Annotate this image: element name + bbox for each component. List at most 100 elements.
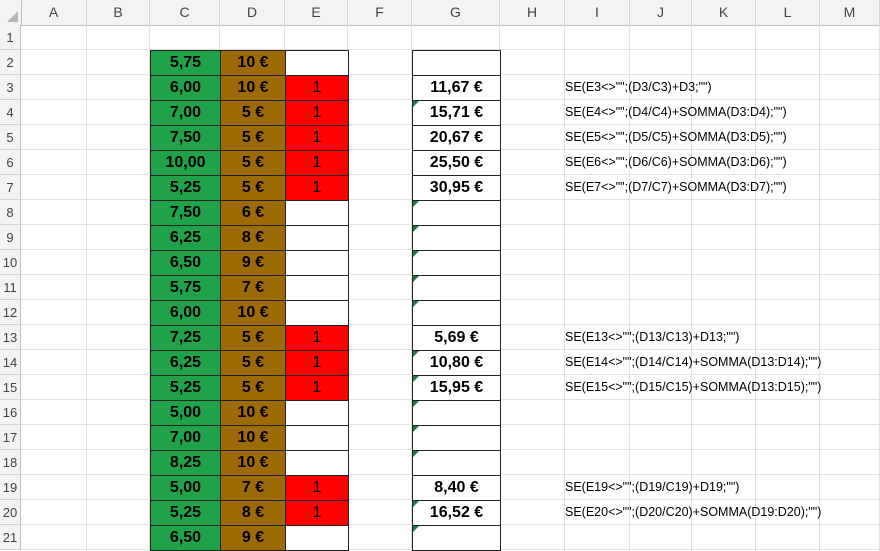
column-header-e[interactable]: E bbox=[285, 0, 348, 25]
cell-G11[interactable] bbox=[412, 275, 501, 301]
row-header-17[interactable]: 17 bbox=[0, 425, 21, 450]
row-header-9[interactable]: 9 bbox=[0, 225, 21, 250]
cell-C4[interactable]: 7,00 bbox=[150, 100, 221, 126]
row-header-19[interactable]: 19 bbox=[0, 475, 21, 500]
formula-text-I5[interactable]: SE(E5<>"";(D5/C5)+SOMMA(D3:D5);"") bbox=[565, 125, 787, 150]
cell-E7[interactable]: 1 bbox=[285, 175, 349, 201]
row-header-18[interactable]: 18 bbox=[0, 450, 21, 475]
cell-C14[interactable]: 6,25 bbox=[150, 350, 221, 376]
cell-C5[interactable]: 7,50 bbox=[150, 125, 221, 151]
cell-E8[interactable] bbox=[285, 200, 349, 226]
cell-E15[interactable]: 1 bbox=[285, 375, 349, 401]
cell-C17[interactable]: 7,00 bbox=[150, 425, 221, 451]
row-header-10[interactable]: 10 bbox=[0, 250, 21, 275]
column-header-a[interactable]: A bbox=[21, 0, 87, 25]
select-all-corner[interactable] bbox=[0, 0, 22, 25]
cell-E11[interactable] bbox=[285, 275, 349, 301]
cell-D13[interactable]: 5 € bbox=[220, 325, 286, 351]
column-header-h[interactable]: H bbox=[500, 0, 565, 25]
column-header-f[interactable]: F bbox=[348, 0, 412, 25]
cell-E18[interactable] bbox=[285, 450, 349, 476]
cell-G20[interactable]: 16,52 € bbox=[412, 500, 501, 526]
column-header-b[interactable]: B bbox=[87, 0, 150, 25]
cell-E21[interactable] bbox=[285, 525, 349, 551]
cell-D6[interactable]: 5 € bbox=[220, 150, 286, 176]
formula-text-I3[interactable]: SE(E3<>"";(D3/C3)+D3;"") bbox=[565, 75, 712, 100]
row-header-16[interactable]: 16 bbox=[0, 400, 21, 425]
column-header-i[interactable]: I bbox=[565, 0, 630, 25]
cell-E6[interactable]: 1 bbox=[285, 150, 349, 176]
cell-C16[interactable]: 5,00 bbox=[150, 400, 221, 426]
cell-C11[interactable]: 5,75 bbox=[150, 275, 221, 301]
cell-D2[interactable]: 10 € bbox=[220, 50, 286, 76]
cell-E17[interactable] bbox=[285, 425, 349, 451]
row-header-13[interactable]: 13 bbox=[0, 325, 21, 350]
cell-D18[interactable]: 10 € bbox=[220, 450, 286, 476]
cell-D7[interactable]: 5 € bbox=[220, 175, 286, 201]
column-header-d[interactable]: D bbox=[220, 0, 285, 25]
cell-G7[interactable]: 30,95 € bbox=[412, 175, 501, 201]
cell-C10[interactable]: 6,50 bbox=[150, 250, 221, 276]
cell-G17[interactable] bbox=[412, 425, 501, 451]
formula-text-I20[interactable]: SE(E20<>"";(D20/C20)+SOMMA(D19:D20);"") bbox=[565, 500, 821, 525]
formula-text-I19[interactable]: SE(E19<>"";(D19/C19)+D19;"") bbox=[565, 475, 739, 500]
cell-E4[interactable]: 1 bbox=[285, 100, 349, 126]
formula-text-I13[interactable]: SE(E13<>"";(D13/C13)+D13;"") bbox=[565, 325, 739, 350]
cell-C20[interactable]: 5,25 bbox=[150, 500, 221, 526]
cell-G21[interactable] bbox=[412, 525, 501, 551]
cell-E13[interactable]: 1 bbox=[285, 325, 349, 351]
cell-D14[interactable]: 5 € bbox=[220, 350, 286, 376]
cell-E14[interactable]: 1 bbox=[285, 350, 349, 376]
cell-D19[interactable]: 7 € bbox=[220, 475, 286, 501]
cell-D9[interactable]: 8 € bbox=[220, 225, 286, 251]
cell-G9[interactable] bbox=[412, 225, 501, 251]
cell-E2[interactable] bbox=[285, 50, 349, 76]
row-header-20[interactable]: 20 bbox=[0, 500, 21, 525]
cell-C12[interactable]: 6,00 bbox=[150, 300, 221, 326]
cell-G13[interactable]: 5,69 € bbox=[412, 325, 501, 351]
cell-G8[interactable] bbox=[412, 200, 501, 226]
row-header-15[interactable]: 15 bbox=[0, 375, 21, 400]
spreadsheet[interactable]: A B C D E F G H I J K L M 1 2 3 4 5 6 7 8 9 10 11 12 13 14 15 16 17 18… bbox=[0, 0, 880, 551]
cell-D11[interactable]: 7 € bbox=[220, 275, 286, 301]
row-header-11[interactable]: 11 bbox=[0, 275, 21, 300]
column-header-j[interactable]: J bbox=[630, 0, 692, 25]
formula-text-I14[interactable]: SE(E14<>"";(D14/C14)+SOMMA(D13:D14);"") bbox=[565, 350, 821, 375]
cell-D21[interactable]: 9 € bbox=[220, 525, 286, 551]
cell-G10[interactable] bbox=[412, 250, 501, 276]
row-header-21[interactable]: 21 bbox=[0, 525, 21, 550]
cell-D3[interactable]: 10 € bbox=[220, 75, 286, 101]
column-header-g[interactable]: G bbox=[412, 0, 500, 25]
cell-G6[interactable]: 25,50 € bbox=[412, 150, 501, 176]
cell-C2[interactable]: 5,75 bbox=[150, 50, 221, 76]
cell-E5[interactable]: 1 bbox=[285, 125, 349, 151]
row-header-5[interactable]: 5 bbox=[0, 125, 21, 150]
cell-C3[interactable]: 6,00 bbox=[150, 75, 221, 101]
cell-G4[interactable]: 15,71 € bbox=[412, 100, 501, 126]
cell-G2[interactable] bbox=[412, 50, 501, 76]
cell-C7[interactable]: 5,25 bbox=[150, 175, 221, 201]
cell-C18[interactable]: 8,25 bbox=[150, 450, 221, 476]
cell-D12[interactable]: 10 € bbox=[220, 300, 286, 326]
cell-E9[interactable] bbox=[285, 225, 349, 251]
cell-C15[interactable]: 5,25 bbox=[150, 375, 221, 401]
cell-C6[interactable]: 10,00 bbox=[150, 150, 221, 176]
cell-E12[interactable] bbox=[285, 300, 349, 326]
cell-D15[interactable]: 5 € bbox=[220, 375, 286, 401]
cell-G15[interactable]: 15,95 € bbox=[412, 375, 501, 401]
cell-C9[interactable]: 6,25 bbox=[150, 225, 221, 251]
formula-text-I15[interactable]: SE(E15<>"";(D15/C15)+SOMMA(D13:D15);"") bbox=[565, 375, 821, 400]
cell-G14[interactable]: 10,80 € bbox=[412, 350, 501, 376]
cell-D10[interactable]: 9 € bbox=[220, 250, 286, 276]
row-header-12[interactable]: 12 bbox=[0, 300, 21, 325]
cell-C13[interactable]: 7,25 bbox=[150, 325, 221, 351]
cell-D8[interactable]: 6 € bbox=[220, 200, 286, 226]
cell-G19[interactable]: 8,40 € bbox=[412, 475, 501, 501]
formula-text-I7[interactable]: SE(E7<>"";(D7/C7)+SOMMA(D3:D7);"") bbox=[565, 175, 787, 200]
cell-G18[interactable] bbox=[412, 450, 501, 476]
cell-E3[interactable]: 1 bbox=[285, 75, 349, 101]
cell-D5[interactable]: 5 € bbox=[220, 125, 286, 151]
cell-C19[interactable]: 5,00 bbox=[150, 475, 221, 501]
cell-C21[interactable]: 6,50 bbox=[150, 525, 221, 551]
row-header-3[interactable]: 3 bbox=[0, 75, 21, 100]
